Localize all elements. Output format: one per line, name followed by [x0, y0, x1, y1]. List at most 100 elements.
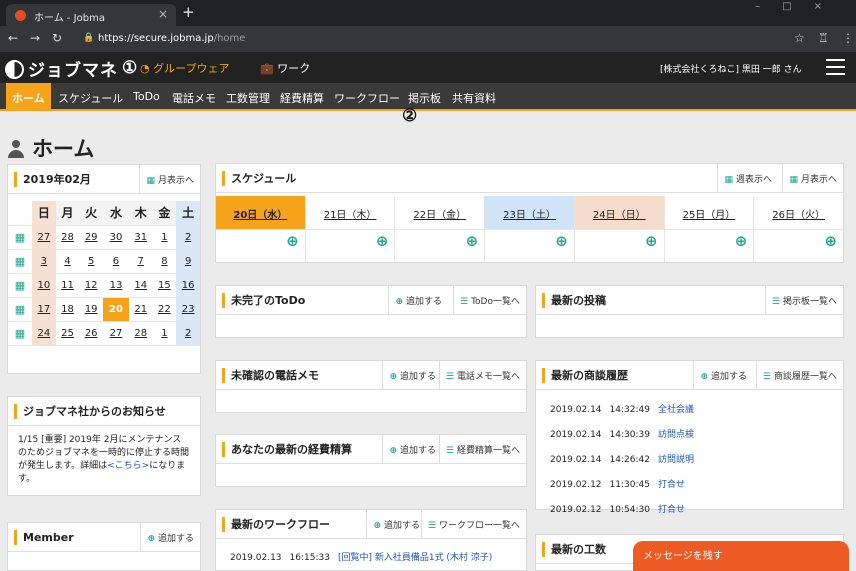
deal-link[interactable]: 打合せ: [658, 505, 685, 515]
notice-link[interactable]: <こちら>: [107, 461, 149, 471]
add-event-icon[interactable]: ⊕: [665, 230, 754, 260]
close-tab-icon[interactable]: ×: [158, 7, 168, 21]
new-tab-icon[interactable]: +: [182, 3, 195, 21]
calendar-day[interactable]: 9: [176, 249, 200, 274]
calendar-day[interactable]: 23: [176, 297, 200, 322]
add-event-icon[interactable]: ⊕: [216, 230, 305, 260]
deal-link[interactable]: 全社会議: [658, 405, 694, 415]
star-icon[interactable]: ☆: [794, 31, 805, 45]
calendar-day[interactable]: 24: [32, 321, 56, 346]
calendar-day[interactable]: 22: [152, 297, 177, 322]
calendar-day[interactable]: 2: [176, 321, 200, 346]
calendar-day[interactable]: 13: [103, 273, 129, 298]
calendar-day[interactable]: 16: [176, 273, 200, 298]
calendar-day[interactable]: 10: [32, 273, 56, 298]
calendar-day[interactable]: 12: [79, 273, 104, 298]
deal-link[interactable]: 訪問点検: [658, 430, 694, 440]
calendar-day[interactable]: 30: [103, 225, 129, 250]
back-icon[interactable]: ←: [8, 31, 18, 45]
menu-workflow[interactable]: ワークフロー: [334, 90, 400, 106]
calendar-day[interactable]: 2: [176, 225, 200, 250]
calendar-day[interactable]: 18: [55, 297, 80, 322]
schedule-day-header[interactable]: 24日（日）: [574, 196, 664, 230]
calendar-day[interactable]: 31: [128, 225, 153, 250]
week-icon[interactable]: ▦: [8, 249, 32, 274]
hamburger-menu-icon[interactable]: [826, 59, 845, 80]
menu-todo[interactable]: ToDo: [133, 90, 160, 103]
calendar-day[interactable]: 5: [79, 249, 104, 274]
extension-icon[interactable]: ♖: [818, 31, 829, 45]
calendar-day[interactable]: 19: [79, 297, 104, 322]
calendar-day[interactable]: 4: [55, 249, 80, 274]
workflow-link[interactable]: [回覧中] 新入社員備品1式 (木村 涼子): [338, 553, 492, 563]
menu-board[interactable]: 掲示板: [408, 90, 441, 106]
menu-home[interactable]: ホーム: [6, 83, 51, 111]
menu-shared[interactable]: 共有資料: [452, 90, 496, 106]
phone-add-button[interactable]: ⊕ 追加する: [382, 361, 442, 389]
add-event-icon[interactable]: ⊕: [395, 230, 484, 260]
expense-add-button[interactable]: ⊕ 追加する: [382, 435, 442, 463]
calendar-day[interactable]: 25: [55, 321, 80, 346]
week-icon[interactable]: ▦: [8, 297, 32, 322]
month-view-button[interactable]: ▦ 月表示へ: [782, 164, 843, 192]
browser-tab[interactable]: ホーム - Jobma ×: [6, 4, 176, 26]
calendar-day[interactable]: 3: [32, 249, 56, 274]
calendar-day[interactable]: 11: [55, 273, 80, 298]
week-icon[interactable]: ▦: [8, 273, 32, 298]
schedule-day-header[interactable]: 26日（火）: [754, 196, 844, 230]
calendar-day[interactable]: 28: [55, 225, 80, 250]
add-event-icon[interactable]: ⊕: [306, 230, 395, 260]
board-list-button[interactable]: ☰ 掲示板一覧へ: [764, 286, 843, 314]
browser-menu-icon[interactable]: ⋮: [842, 31, 854, 45]
menu-workhours[interactable]: 工数管理: [226, 90, 270, 106]
calendar-day-today[interactable]: 20: [103, 297, 129, 322]
calendar-day[interactable]: 1: [152, 225, 177, 250]
calendar-day[interactable]: 29: [79, 225, 104, 250]
add-event-icon[interactable]: ⊕: [754, 230, 843, 260]
schedule-day-header[interactable]: 23日（土）: [485, 196, 574, 230]
calendar-day[interactable]: 27: [103, 321, 129, 346]
calendar-day[interactable]: 27: [32, 225, 56, 250]
calendar-day[interactable]: 7: [128, 249, 153, 274]
week-icon[interactable]: ▦: [8, 225, 32, 250]
deal-link[interactable]: 訪問説明: [658, 455, 694, 465]
schedule-day-header[interactable]: 22日（金）: [395, 196, 485, 230]
calendar-day[interactable]: 17: [32, 297, 56, 322]
schedule-day-header[interactable]: 21日（木）: [305, 196, 395, 230]
schedule-day-header[interactable]: 20日（水）: [216, 196, 305, 230]
menu-phone[interactable]: 電話メモ: [172, 90, 216, 106]
url-field[interactable]: 🔒 https://secure.jobma.jp/home: [70, 29, 810, 49]
calendar-day[interactable]: 26: [79, 321, 104, 346]
schedule-day-header[interactable]: 25日（月）: [664, 196, 754, 230]
work-link[interactable]: 💼 ワーク: [260, 60, 310, 76]
phone-list-button[interactable]: ☰ 電話メモ一覧へ: [438, 361, 526, 389]
calendar-day[interactable]: 14: [128, 273, 153, 298]
forward-icon[interactable]: →: [30, 31, 40, 45]
user-company[interactable]: [株式会社くろねこ] 黒田 一郎 さん: [660, 62, 802, 75]
month-view-button[interactable]: ▦ 月表示へ: [139, 165, 200, 193]
todo-list-button[interactable]: ☰ ToDo一覧へ: [453, 286, 526, 314]
calendar-day[interactable]: 6: [103, 249, 129, 274]
calendar-day[interactable]: 28: [128, 321, 153, 346]
add-event-icon[interactable]: ⊕: [485, 230, 574, 260]
workflow-list-button[interactable]: ☰ ワークフロー一覧へ: [420, 510, 526, 538]
expense-list-button[interactable]: ☰ 経費精算一覧へ: [438, 435, 526, 463]
todo-add-button[interactable]: ⊕ 追加する: [388, 286, 448, 314]
calendar-day[interactable]: 15: [152, 273, 177, 298]
reload-icon[interactable]: ↻: [52, 31, 62, 45]
menu-expense[interactable]: 経費精算: [280, 90, 324, 106]
week-icon[interactable]: ▦: [8, 321, 32, 346]
deals-list-button[interactable]: ☰ 商談履歴一覧へ: [755, 361, 843, 389]
member-add-button[interactable]: ⊕ 追加する: [140, 523, 200, 551]
calendar-day[interactable]: 8: [152, 249, 177, 274]
menu-schedule[interactable]: スケジュール: [58, 90, 123, 106]
deals-add-button[interactable]: ⊕ 追加する: [693, 361, 753, 389]
groupware-link[interactable]: ◔ グループウェア: [140, 60, 229, 76]
window-controls[interactable]: –□×: [755, 1, 844, 12]
app-logo[interactable]: ジョブマネ: [5, 56, 118, 81]
week-view-button[interactable]: ▦ 週表示へ: [717, 164, 778, 192]
deal-link[interactable]: 打合せ: [658, 480, 685, 490]
leave-message-button[interactable]: メッセージを残す: [633, 541, 849, 571]
add-event-icon[interactable]: ⊕: [575, 230, 664, 260]
workflow-add-button[interactable]: ⊕ 追加する: [366, 510, 426, 538]
